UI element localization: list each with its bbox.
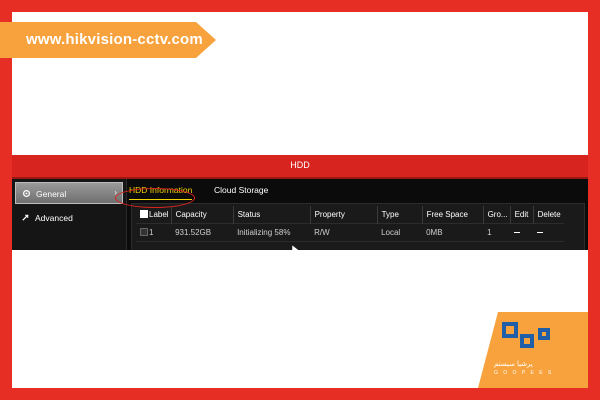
column-header-group: Gro... xyxy=(482,206,511,224)
column-header-delete: Delete xyxy=(532,206,564,224)
column-header-status: Status xyxy=(232,206,311,224)
column-header-type: Type xyxy=(376,206,423,224)
delete-icon xyxy=(537,232,544,234)
row-property-cell: R/W xyxy=(310,223,378,242)
sidebar-item-label: Advanced xyxy=(35,213,73,223)
logo-text: پرشیا سیستم xyxy=(494,361,533,368)
logo-subtext: G O O P E E S xyxy=(494,370,554,376)
sidebar-item-label: General xyxy=(36,189,67,199)
row-type-cell: Local xyxy=(377,223,423,242)
main-panel: HDD Information Cloud Storage Label Capa… xyxy=(127,179,588,250)
column-header-property: Property xyxy=(309,206,378,224)
row-group-cell: 1 xyxy=(483,223,511,242)
delete-button[interactable] xyxy=(533,223,564,242)
company-logo xyxy=(502,322,550,348)
row-capacity-cell: 931.52GB xyxy=(171,223,234,242)
gear-icon xyxy=(22,189,31,198)
column-header-edit: Edit xyxy=(509,206,534,224)
window-title-bar: HDD xyxy=(12,155,588,179)
tools-icon xyxy=(22,214,29,221)
table-header-row: Label Capacity Status Property Type Free… xyxy=(136,206,564,224)
row-status-cell: Initializing 58% xyxy=(233,223,311,242)
window-title: HDD xyxy=(290,160,310,170)
sidebar-item-advanced[interactable]: Advanced xyxy=(15,207,123,229)
row-checkbox[interactable] xyxy=(140,228,148,236)
sidebar: General › Advanced xyxy=(12,179,127,250)
sidebar-item-general[interactable]: General › xyxy=(15,182,123,204)
tab-cloud-storage[interactable]: Cloud Storage xyxy=(214,185,268,199)
edit-icon xyxy=(514,232,521,234)
select-all-checkbox[interactable] xyxy=(140,209,148,218)
edit-button[interactable] xyxy=(510,223,534,242)
status-highlight-ring xyxy=(115,188,195,208)
column-header-free-space: Free Space xyxy=(421,206,484,224)
row-label-cell[interactable]: 1 xyxy=(136,223,172,242)
row-free-space-cell: 0MB xyxy=(422,223,484,242)
hdd-table: Label Capacity Status Property Type Free… xyxy=(136,206,564,242)
url-ribbon: www.hikvision-cctv.com xyxy=(0,22,216,58)
dvr-screen: HDD General › Advanced HDD Information C… xyxy=(12,155,588,250)
column-header-label[interactable]: Label xyxy=(136,206,171,224)
column-header-capacity: Capacity xyxy=(170,206,234,224)
table-row[interactable]: 1 931.52GB Initializing 58% R/W Local 0M… xyxy=(136,223,564,242)
hdd-table-panel: Label Capacity Status Property Type Free… xyxy=(131,203,585,250)
url-text: www.hikvision-cctv.com xyxy=(26,31,203,48)
